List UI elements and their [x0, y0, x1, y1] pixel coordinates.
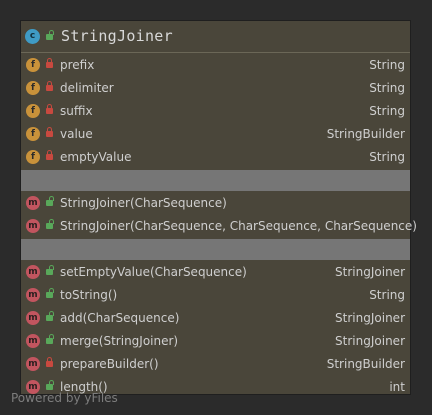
- member-type: String: [369, 104, 405, 118]
- class-title: StringJoiner: [61, 27, 173, 45]
- field-row[interactable]: f emptyValue String: [21, 146, 410, 169]
- constructor-row[interactable]: m StringJoiner(CharSequence, CharSequence…: [21, 215, 417, 238]
- public-visibility-icon: [46, 30, 54, 40]
- member-type: StringJoiner: [335, 265, 405, 279]
- member-type: StringBuilder: [326, 357, 405, 371]
- method-icon: m: [26, 288, 40, 302]
- field-icon: f: [26, 127, 40, 141]
- field-row[interactable]: f suffix String: [21, 100, 410, 123]
- constructors-methods-separator: [21, 239, 410, 260]
- member-type: StringJoiner: [335, 311, 405, 325]
- member-name: emptyValue: [60, 150, 132, 164]
- method-icon: m: [26, 219, 40, 233]
- member-name: merge(StringJoiner): [60, 334, 179, 348]
- private-lock-icon: [46, 58, 53, 68]
- public-unlock-icon: [46, 380, 54, 390]
- member-type: String: [369, 81, 405, 95]
- watermark: Powered by yFiles: [11, 391, 118, 405]
- member-type: StringBuilder: [326, 127, 405, 141]
- member-type: String: [369, 288, 405, 302]
- member-name: toString(): [60, 288, 118, 302]
- field-icon: f: [26, 81, 40, 95]
- method-row[interactable]: m merge(StringJoiner) StringJoiner: [21, 330, 410, 353]
- field-icon: f: [26, 150, 40, 164]
- member-name: add(CharSequence): [60, 311, 180, 325]
- public-unlock-icon: [46, 196, 54, 206]
- member-type: String: [369, 58, 405, 72]
- method-icon: m: [26, 334, 40, 348]
- method-row[interactable]: m add(CharSequence) StringJoiner: [21, 307, 410, 330]
- member-name: prefix: [60, 58, 95, 72]
- member-name: delimiter: [60, 81, 114, 95]
- member-name: StringJoiner(CharSequence, CharSequence,…: [60, 219, 417, 233]
- member-name: StringJoiner(CharSequence): [60, 196, 227, 210]
- method-row[interactable]: m setEmptyValue(CharSequence) StringJoiner: [21, 261, 410, 284]
- private-lock-icon: [46, 81, 53, 91]
- private-lock-icon: [46, 127, 53, 137]
- public-unlock-icon: [46, 311, 54, 321]
- class-header: c StringJoiner: [21, 21, 410, 53]
- method-icon: m: [26, 265, 40, 279]
- member-name: setEmptyValue(CharSequence): [60, 265, 247, 279]
- method-icon: m: [26, 196, 40, 210]
- member-name: prepareBuilder(): [60, 357, 159, 371]
- member-type: StringJoiner: [335, 334, 405, 348]
- public-unlock-icon: [46, 265, 54, 275]
- method-icon: m: [26, 311, 40, 325]
- member-type: int: [389, 380, 405, 394]
- field-row[interactable]: f value StringBuilder: [21, 123, 410, 146]
- field-icon: f: [26, 58, 40, 72]
- member-name: suffix: [60, 104, 93, 118]
- member-type: String: [369, 150, 405, 164]
- class-icon: c: [25, 29, 40, 44]
- uml-class-box[interactable]: c StringJoiner f prefix String f delimiter St…: [20, 20, 417, 395]
- field-icon: f: [26, 104, 40, 118]
- method-row[interactable]: m prepareBuilder() StringBuilder: [21, 353, 410, 376]
- public-unlock-icon: [46, 334, 54, 344]
- fields-constructors-separator: [21, 170, 410, 191]
- field-row[interactable]: f delimiter String: [21, 77, 410, 100]
- public-unlock-icon: [46, 219, 54, 229]
- constructor-row[interactable]: m StringJoiner(CharSequence): [21, 192, 410, 215]
- method-row[interactable]: m toString() String: [21, 284, 410, 307]
- private-lock-icon: [46, 357, 53, 367]
- method-icon: m: [26, 357, 40, 371]
- field-row[interactable]: f prefix String: [21, 54, 410, 77]
- member-name: value: [60, 127, 93, 141]
- public-unlock-icon: [46, 288, 54, 298]
- private-lock-icon: [46, 104, 53, 114]
- private-lock-icon: [46, 150, 53, 160]
